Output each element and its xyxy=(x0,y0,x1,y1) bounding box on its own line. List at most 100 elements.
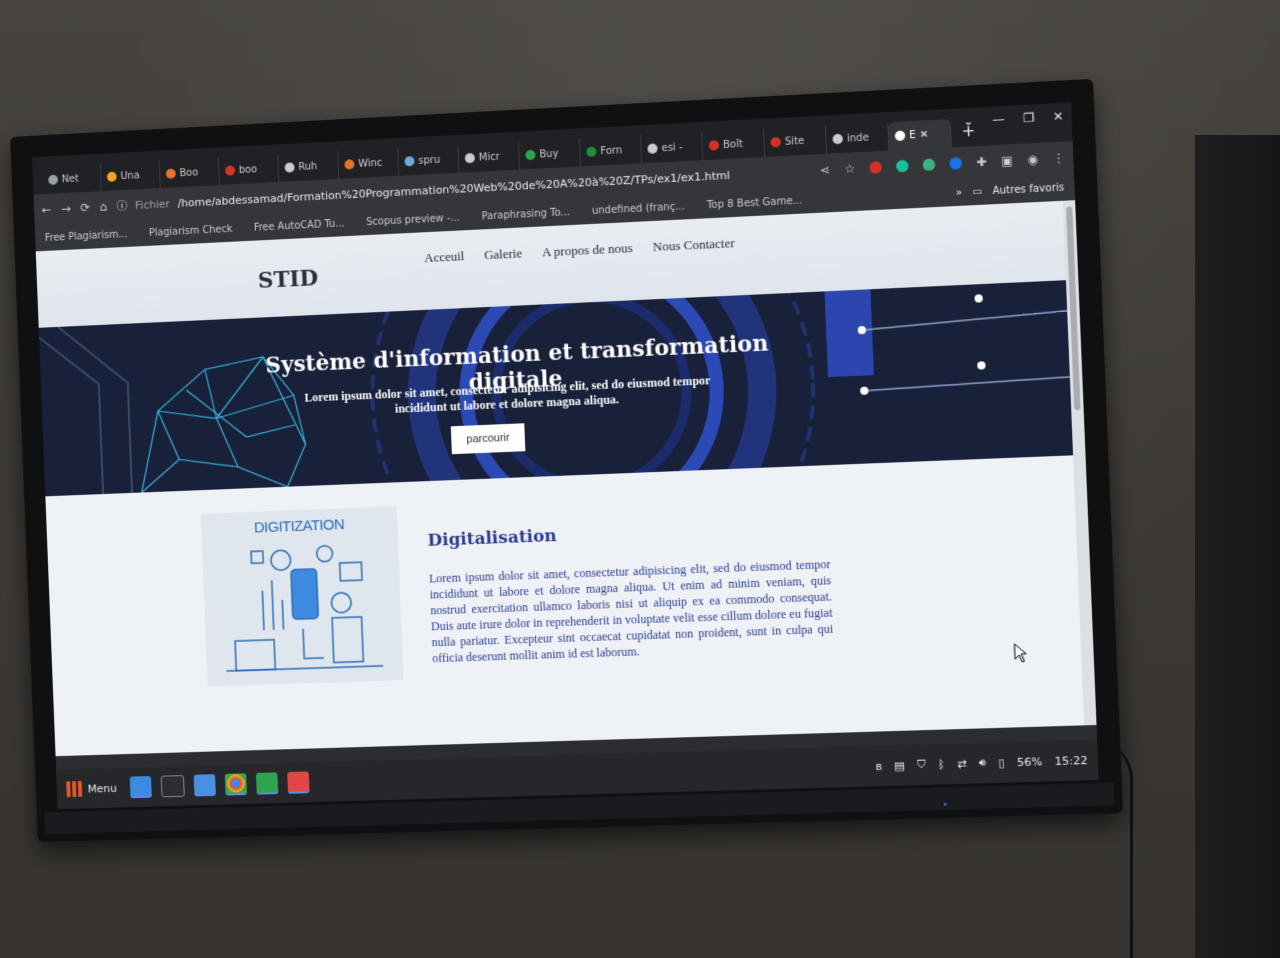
red-icon xyxy=(770,136,781,148)
extension-red-icon[interactable] xyxy=(869,161,883,174)
extension-green-icon[interactable] xyxy=(922,158,936,172)
tab-close-icon[interactable]: ✕ xyxy=(920,129,929,141)
screen: Net Una Boo boo Ruh Winc spru Micr Buy Forn esi - B… xyxy=(32,102,1099,810)
dark-cabinet xyxy=(1195,135,1280,958)
tab-3[interactable]: boo xyxy=(218,154,280,185)
red-app-icon[interactable] xyxy=(287,771,310,794)
orange-icon xyxy=(165,168,176,179)
clock[interactable]: 15:22 xyxy=(1054,753,1087,767)
star-icon[interactable]: ☆ xyxy=(844,161,856,176)
toolbar-icons: ⋖ ☆ ✚ ▣ ◉ ⋮ xyxy=(820,151,1066,178)
tab-5[interactable]: Winc xyxy=(338,147,400,179)
tab-label: Una xyxy=(120,169,140,182)
site-logo[interactable]: STID xyxy=(257,265,318,294)
bluetooth-tray-icon[interactable]: ʙ xyxy=(875,759,882,772)
info-icon[interactable]: ⓘ xyxy=(116,198,127,214)
c-icon xyxy=(464,152,476,164)
windows-icon xyxy=(106,171,117,182)
home-icon[interactable]: ⌂ xyxy=(99,200,107,214)
volume-icon[interactable]: 🔊︎ xyxy=(979,756,987,770)
tab-7[interactable]: Micr xyxy=(458,141,521,173)
tab-11[interactable]: Boît xyxy=(702,128,766,161)
tab-10[interactable]: esi - xyxy=(640,132,704,164)
url-scheme: Fichier xyxy=(134,196,171,212)
battery-icon[interactable]: ▯ xyxy=(998,756,1005,769)
files-icon[interactable] xyxy=(193,774,217,797)
globe-icon xyxy=(832,133,844,145)
bookmark-item[interactable]: Paraphrasing To... xyxy=(481,207,570,222)
tab-label: Forn xyxy=(600,144,623,157)
bookmark-item[interactable]: Top 8 Best Game... xyxy=(707,195,803,211)
site-nav: Acceuil Galerie A propos de nous Nous Conta… xyxy=(424,235,735,266)
kebab-menu-icon[interactable]: ⋮ xyxy=(1052,151,1065,166)
sidepanel-icon[interactable]: ▣ xyxy=(1001,153,1013,168)
nav-link-0[interactable]: Acceuil xyxy=(424,248,465,266)
shield-icon[interactable]: ⛉ xyxy=(917,758,926,772)
extension-blue-icon[interactable] xyxy=(949,156,963,170)
tab-label: Site xyxy=(784,135,805,148)
other-bookmarks[interactable]: Autres favoris xyxy=(992,182,1064,197)
reload-icon[interactable]: ⟳ xyxy=(80,201,90,215)
tab-1[interactable]: Una xyxy=(100,160,161,192)
tab-search-icon[interactable]: ⌄ xyxy=(963,114,974,129)
tab-0[interactable]: Net xyxy=(42,163,102,195)
bookmark-item[interactable]: Free AutoCAD Tu... xyxy=(254,218,345,233)
bookmark-item[interactable]: Free Plagiarism... xyxy=(45,229,128,244)
share-icon[interactable]: ⋖ xyxy=(820,163,831,178)
sheet-icon xyxy=(586,146,597,158)
terminal-icon[interactable] xyxy=(160,775,185,798)
start-menu-button[interactable]: Menu xyxy=(66,780,118,798)
tab-4[interactable]: Ruh xyxy=(278,151,340,182)
browse-button[interactable]: parcourir xyxy=(450,423,526,455)
nav-link-3[interactable]: Nous Contacter xyxy=(652,235,735,255)
tab-14[interactable]: E ✕ xyxy=(888,118,952,151)
tab-8[interactable]: Buy xyxy=(518,138,581,170)
pen-icon xyxy=(284,162,295,173)
tab-label: spru xyxy=(418,154,441,167)
mouse-cursor-icon xyxy=(1013,643,1028,664)
grammarly-icon[interactable] xyxy=(896,159,909,173)
tab-12[interactable]: Site xyxy=(763,125,828,157)
section-title: Digitalisation xyxy=(427,525,558,551)
clipboard-icon[interactable]: ▤ xyxy=(894,759,905,772)
puzzle-icon[interactable]: ✚ xyxy=(976,155,987,170)
tab-label: Boît xyxy=(722,138,744,151)
tab-2[interactable]: Boo xyxy=(159,157,220,189)
bluetooth-icon[interactable]: ᛒ xyxy=(938,757,945,770)
bookmark-item[interactable]: Scopus preview -... xyxy=(366,212,460,228)
tab-label: esi - xyxy=(661,141,683,154)
tab-label: Net xyxy=(61,173,79,185)
close-icon[interactable]: ✕ xyxy=(1053,109,1064,124)
doc-icon xyxy=(404,156,415,167)
nav-link-1[interactable]: Galerie xyxy=(484,245,523,263)
tab-label: Micr xyxy=(478,151,500,164)
folder-icon: ▭ xyxy=(972,185,983,198)
minimize-icon[interactable]: — xyxy=(992,112,1005,127)
globe-icon xyxy=(48,174,59,185)
bookmark-item[interactable]: undefined (franç... xyxy=(592,201,685,217)
nav-link-2[interactable]: A propos de nous xyxy=(542,240,633,260)
tab-6[interactable]: spru xyxy=(398,144,460,176)
tab-label: inde xyxy=(846,131,870,145)
menu-grid-icon xyxy=(66,780,83,798)
bookmark-item[interactable]: Plagiarism Check xyxy=(149,223,233,238)
battery-level: 56% xyxy=(1016,754,1043,769)
tab-label: boo xyxy=(238,163,258,176)
window-controls: ⌄ — ❐ ✕ xyxy=(963,109,1064,128)
s-icon xyxy=(525,149,536,161)
profile-icon[interactable]: ◉ xyxy=(1027,152,1038,167)
tab-13[interactable]: inde xyxy=(825,122,890,154)
chrome-icon[interactable] xyxy=(224,773,248,796)
tab-label: E xyxy=(909,129,916,141)
bookmarks-more-button[interactable]: » xyxy=(956,187,963,198)
forward-icon[interactable]: → xyxy=(61,202,71,216)
show-desktop-icon[interactable] xyxy=(129,776,153,799)
tab-label: Boo xyxy=(179,166,199,179)
restore-icon[interactable]: ❐ xyxy=(1023,111,1035,126)
green-app-icon[interactable] xyxy=(256,772,279,795)
power-led xyxy=(943,802,947,806)
tab-9[interactable]: Forn xyxy=(579,135,643,167)
back-icon[interactable]: ← xyxy=(42,203,52,217)
network-icon[interactable]: ⇄ xyxy=(957,757,967,770)
menu-label: Menu xyxy=(87,781,118,796)
